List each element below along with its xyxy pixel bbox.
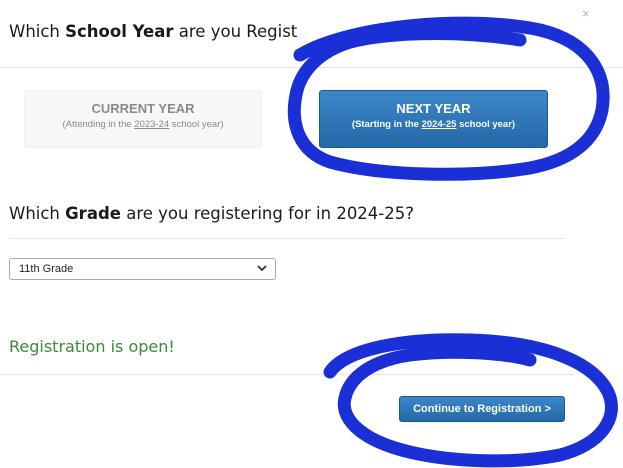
current-year-button[interactable]: CURRENT YEAR (Attending in the 2023-24 s… (24, 90, 262, 148)
continue-to-registration-button[interactable]: Continue to Registration > (399, 396, 565, 422)
next-year-button[interactable]: NEXT YEAR (Starting in the 2024-25 schoo… (319, 90, 548, 148)
divider (0, 374, 575, 375)
grade-question: Which Grade are you registering for in 2… (9, 204, 415, 223)
registration-status: Registration is open! (9, 337, 175, 356)
grade-select[interactable]: 11th Grade (9, 258, 276, 280)
divider (0, 67, 623, 68)
grade-select-value: 11th Grade (19, 263, 74, 275)
next-year-title: NEXT YEAR (396, 101, 471, 116)
chevron-down-icon (257, 265, 267, 272)
current-year-title: CURRENT YEAR (91, 101, 195, 116)
close-icon[interactable]: × (582, 6, 590, 21)
divider (9, 238, 565, 239)
current-year-subtitle: (Attending in the 2023-24 school year) (62, 119, 224, 130)
school-year-question: Which School Year are you Regist (9, 22, 298, 41)
next-year-subtitle: (Starting in the 2024-25 school year) (351, 119, 516, 130)
